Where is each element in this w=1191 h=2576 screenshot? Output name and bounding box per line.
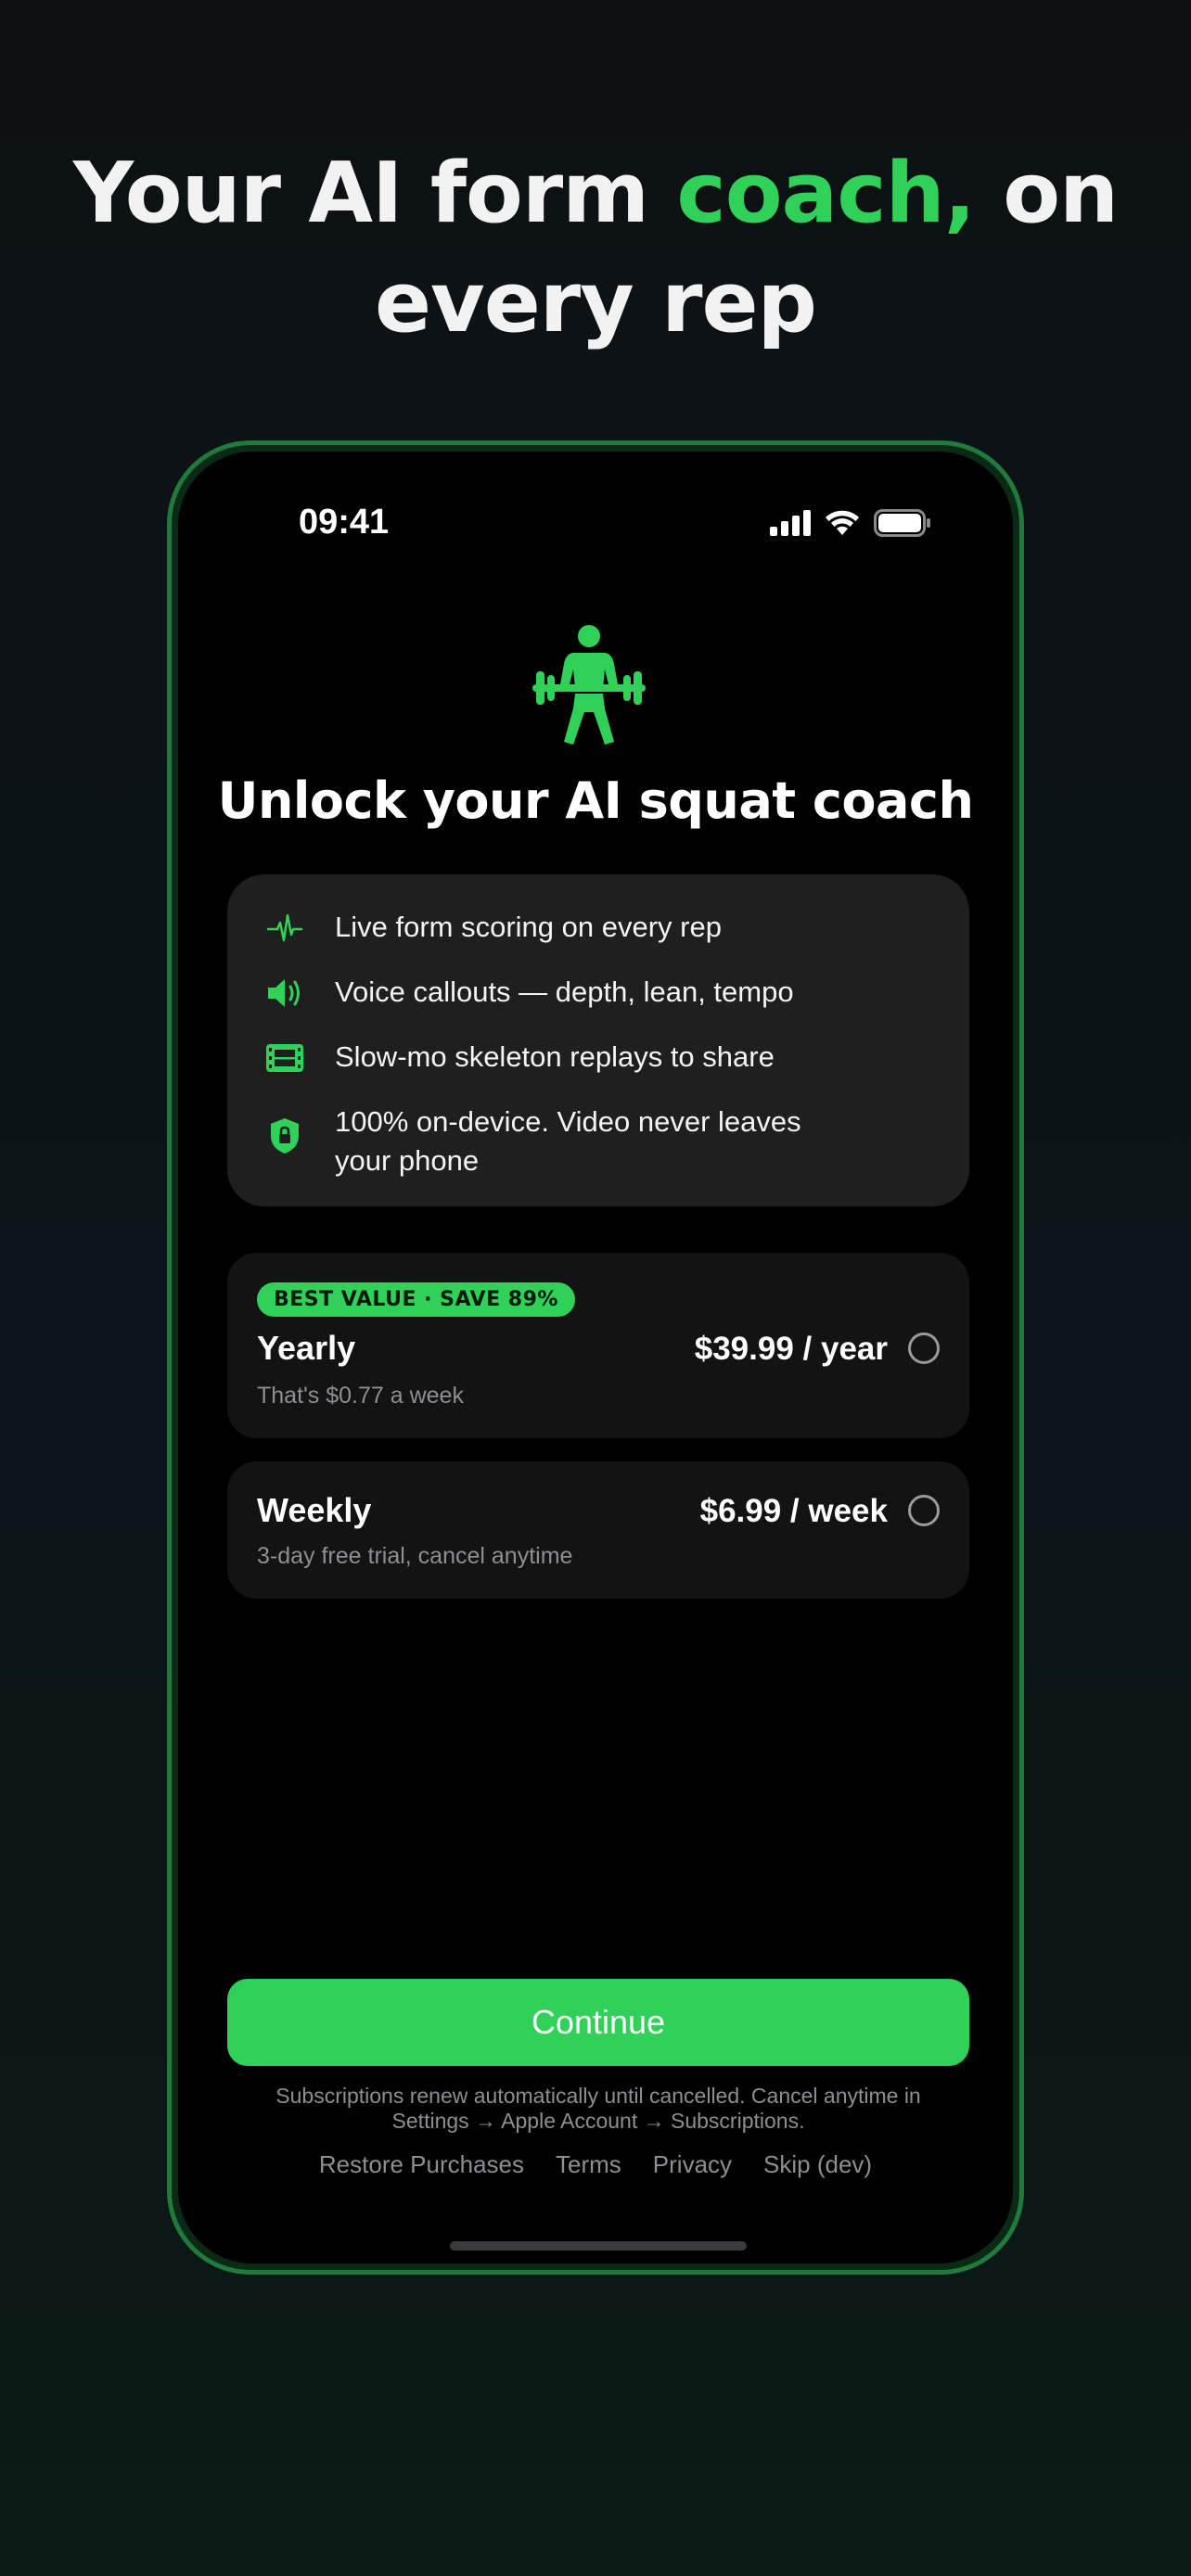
headline-part-1: Your AI form bbox=[72, 145, 677, 242]
plan-subtitle: 3-day free trial, cancel anytime bbox=[257, 1543, 573, 1569]
footer-links: Restore Purchases Terms Privacy Skip (de… bbox=[178, 2150, 1013, 2179]
paywall-title: Unlock your AI squat coach bbox=[217, 772, 974, 830]
signal-icon bbox=[770, 510, 811, 536]
speaker-icon bbox=[264, 973, 305, 1014]
plan-price: $6.99 / week bbox=[699, 1493, 888, 1529]
plan-name: Yearly bbox=[257, 1329, 356, 1367]
plan-subtitle: That's $0.77 a week bbox=[257, 1383, 464, 1409]
plan-weekly[interactable]: Weekly 3-day free trial, cancel anytime … bbox=[227, 1461, 969, 1599]
feature-text: 100% on-device. Video never leaves your … bbox=[335, 1105, 801, 1177]
feature-text: Live form scoring on every rep bbox=[335, 911, 722, 943]
film-icon bbox=[264, 1038, 305, 1078]
restore-purchases-link[interactable]: Restore Purchases bbox=[319, 2150, 524, 2179]
privacy-link[interactable]: Privacy bbox=[653, 2150, 732, 2179]
feature-item: 100% on-device. Video never leaves your … bbox=[264, 1103, 932, 1180]
plan-name: Weekly bbox=[257, 1491, 372, 1529]
status-time: 09:41 bbox=[299, 503, 390, 542]
marketing-headline: Your AI form coach, on every rep bbox=[0, 139, 1191, 358]
terms-link[interactable]: Terms bbox=[556, 2150, 621, 2179]
feature-item: Voice callouts — depth, lean, tempo bbox=[264, 973, 932, 1014]
headline-accent: coach, bbox=[676, 145, 976, 242]
plan-price: $39.99 / year bbox=[694, 1331, 888, 1367]
status-icons bbox=[770, 509, 931, 537]
feature-text: Voice callouts — depth, lean, tempo bbox=[335, 976, 794, 1008]
best-value-badge: BEST VALUE · SAVE 89% bbox=[257, 1282, 575, 1317]
battery-icon bbox=[874, 509, 930, 537]
continue-button[interactable]: Continue bbox=[227, 1979, 969, 2066]
legal-text: Subscriptions renew automatically until … bbox=[275, 2084, 921, 2133]
wifi-icon bbox=[826, 510, 859, 535]
phone-screen: 09:41 Unlock your AI squat coach Live fo… bbox=[178, 452, 1013, 2264]
features-card: Live form scoring on every rep Voice cal… bbox=[227, 874, 969, 1206]
feature-item: Slow-mo skeleton replays to share bbox=[264, 1038, 932, 1078]
plan-radio-weekly[interactable] bbox=[908, 1495, 940, 1526]
skip-link[interactable]: Skip (dev) bbox=[763, 2150, 872, 2179]
feature-text: Slow-mo skeleton replays to share bbox=[335, 1040, 775, 1073]
plan-yearly[interactable]: BEST VALUE · SAVE 89% Yearly That's $0.7… bbox=[227, 1253, 969, 1438]
plan-radio-yearly[interactable] bbox=[908, 1333, 940, 1364]
home-indicator bbox=[450, 2241, 747, 2251]
phone-frame: 09:41 Unlock your AI squat coach Live fo… bbox=[167, 440, 1024, 2275]
lock-shield-icon bbox=[264, 1116, 305, 1156]
weightlifter-icon bbox=[532, 625, 646, 745]
feature-item: Live form scoring on every rep bbox=[264, 908, 932, 949]
waveform-icon bbox=[264, 908, 305, 949]
